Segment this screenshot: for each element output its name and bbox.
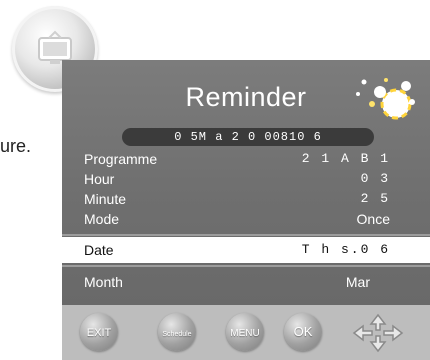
button-bar: EXIT Schedule MENU OK [62,305,430,360]
minute-label: Minute [84,191,127,207]
mode-value: Once [356,211,390,227]
minute-value: 2 5 [360,191,390,206]
date-row[interactable]: Date T h s.0 6 [62,237,430,263]
schedule-button[interactable]: Schedule [158,313,196,351]
ok-button[interactable]: OK [284,313,322,351]
date-label: Date [84,242,114,258]
programme-label: Programme [84,151,158,167]
programme-row[interactable]: Programme 2 1 A B 1 [62,148,430,170]
background-text-fragment: ure. [0,136,32,156]
exit-button-label: EXIT [86,327,112,339]
month-row[interactable]: Month Mar [62,271,430,293]
minute-row[interactable]: Minute 2 5 [62,188,430,210]
exit-button[interactable]: EXIT [80,313,118,351]
divider [62,265,430,267]
mode-label: Mode [84,211,120,227]
month-label: Month [84,274,123,290]
hour-row[interactable]: Hour 0 3 [62,168,430,190]
mode-row[interactable]: Mode Once [62,208,430,230]
month-value: Mar [345,274,370,290]
programme-value: 2 1 A B 1 [301,151,390,166]
schedule-button-label: Schedule [162,331,192,338]
bubbles-icon [356,78,415,120]
menu-button-label: MENU [230,328,260,339]
current-time-bar: 0 5M a 2 0 00810 6 [122,128,374,146]
hour-value: 0 3 [360,171,390,186]
ok-button-label: OK [293,324,313,339]
divider [62,234,430,236]
reminder-panel: Reminder 0 5M a 2 0 00810 6 Programme 2 … [62,60,430,360]
menu-button[interactable]: MENU [226,313,264,351]
date-value: T h s.0 6 [301,242,390,257]
directional-arrows-icon[interactable] [352,313,404,353]
hour-label: Hour [84,171,115,187]
